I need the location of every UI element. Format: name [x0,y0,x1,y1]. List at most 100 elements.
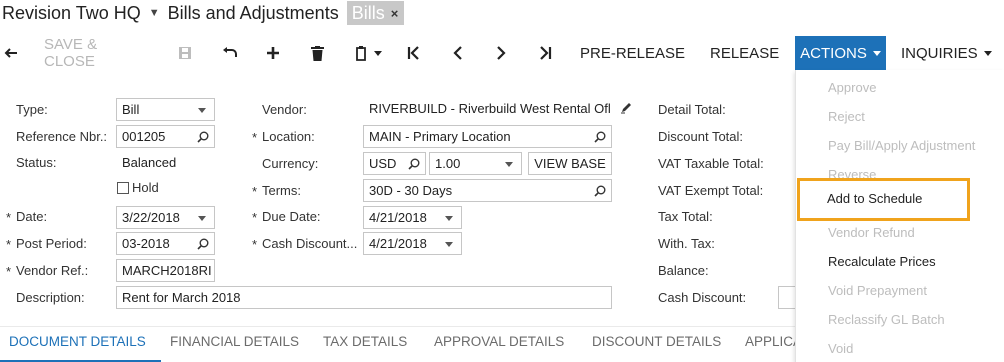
pre-release-button[interactable]: PRE-RELEASE [580,36,686,70]
inquiries-label: INQUIRIES [901,44,978,62]
required-marker: * [6,237,12,252]
menu-item-vendor-refund: Vendor Refund [828,225,915,240]
tab-tax-details[interactable]: TAX DETAILS [323,327,407,362]
balance-label: Balance: [658,263,709,278]
terms-field[interactable]: 30D - 30 Days [363,179,612,202]
date-value: 3/22/2018 [122,210,180,225]
menu-item-reject: Reject [828,109,865,124]
actions-caret-icon [872,50,881,56]
cash-discount-date-label: Cash Discount... [262,236,358,251]
last-record-icon[interactable] [534,36,556,70]
actions-label: ACTIONS [800,44,867,62]
company-caret-icon[interactable]: ▼ [149,7,160,19]
toolbar: SAVE & CLOSE PRE-RELEASE RELEASE ACTIONS… [0,36,1004,70]
status-label: Status: [16,155,57,170]
post-period-value: 03-2018 [122,236,170,251]
save-icon[interactable] [172,36,198,70]
chevron-down-icon[interactable] [198,216,206,221]
delete-icon[interactable] [306,36,328,70]
close-tab-icon[interactable]: × [391,6,399,21]
required-marker: * [252,237,258,252]
search-icon[interactable] [408,153,420,174]
next-record-icon[interactable] [490,36,512,70]
location-label: Location: [262,129,315,144]
vendor-label: Vendor: [262,102,307,117]
currency-label: Currency: [262,156,319,171]
reference-nbr-field[interactable]: 001205 [116,125,215,148]
tab-applications[interactable]: APPLICA [745,327,802,362]
back-arrow-icon[interactable] [0,36,22,70]
due-date-field[interactable]: 4/21/2018 [363,206,462,229]
tax-total-label: Tax Total: [658,209,713,224]
open-tab-bills[interactable]: Bills × [346,1,405,25]
required-marker: * [252,130,258,145]
search-icon[interactable] [594,180,606,201]
undo-icon[interactable] [218,36,242,70]
required-marker: * [252,210,258,225]
tab-document-details[interactable]: DOCUMENT DETAILS [0,327,161,362]
search-icon[interactable] [594,126,606,147]
tab-discount-details[interactable]: DISCOUNT DETAILS [592,327,721,362]
previous-record-icon[interactable] [446,36,468,70]
search-icon[interactable] [197,126,209,147]
description-field[interactable]: Rent for March 2018 [116,286,612,309]
copy-paste-caret-icon [373,50,382,56]
due-date-label: Due Date: [262,209,321,224]
screen-title: Bills and Adjustments [167,2,339,23]
tab-financial-details[interactable]: FINANCIAL DETAILS [170,327,299,362]
with-tax-label: With. Tax: [658,236,715,251]
cash-discount-date-field[interactable]: 4/21/2018 [363,232,462,255]
currency-field[interactable]: USD [363,152,426,175]
tab-approval-details[interactable]: APPROVAL DETAILS [434,327,564,362]
copy-paste-icon[interactable] [350,36,386,70]
hold-label: Hold [132,180,159,195]
description-label: Description: [16,290,85,305]
chevron-down-icon[interactable] [445,216,453,221]
terms-label: Terms: [262,183,301,198]
due-date-value: 4/21/2018 [369,210,427,225]
chevron-down-icon[interactable] [445,242,453,247]
vendor-ref-label: Vendor Ref.: [16,263,89,278]
location-field[interactable]: MAIN - Primary Location [363,125,612,148]
detail-total-label: Detail Total: [658,102,726,117]
release-button[interactable]: RELEASE [710,36,780,70]
highlighted-menu-item[interactable]: Add to Schedule [797,178,970,221]
company-name[interactable]: Revision Two HQ [2,3,141,24]
menu-item-void: Void [828,341,854,356]
location-value: MAIN - Primary Location [369,129,511,144]
inquiries-button[interactable]: INQUIRIES [901,36,992,70]
menu-item-add-to-schedule[interactable]: Add to Schedule [827,191,922,206]
discount-total-label: Discount Total: [658,129,744,144]
menu-item-recalculate-prices[interactable]: Recalculate Prices [828,251,936,273]
cash-discount-date-value: 4/21/2018 [369,236,427,251]
date-field[interactable]: 3/22/2018 [116,206,215,229]
post-period-field[interactable]: 03-2018 [116,232,215,255]
chevron-down-icon [198,108,206,113]
search-icon[interactable] [197,233,209,254]
type-select[interactable]: Bill [116,98,215,121]
type-value: Bill [122,102,140,117]
hold-checkbox-box[interactable] [117,181,129,194]
post-period-label: Post Period: [16,236,87,251]
menu-item-reclassify-gl-batch: Reclassify GL Batch [828,312,945,327]
vendor-ref-field[interactable]: MARCH2018RI [116,259,215,282]
menu-item-pay-bill: Pay Bill/Apply Adjustment [828,138,976,153]
vendor-value[interactable]: RIVERBUILD - Riverbuild West Rental Ofl [369,98,637,120]
title-bar: Revision Two HQ ▼ Bills and Adjustments … [0,0,405,26]
save-close-button[interactable]: SAVE & CLOSE [44,36,150,70]
open-tab-label: Bills [351,2,385,23]
first-record-icon[interactable] [402,36,424,70]
type-label: Type: [16,102,48,117]
rate-field[interactable]: 1.00 [429,152,522,175]
view-base-button[interactable]: VIEW BASE [528,152,612,175]
actions-button[interactable]: ACTIONS [795,36,886,70]
menu-item-approve: Approve [828,80,877,95]
date-label: Date: [16,209,48,224]
chevron-down-icon[interactable] [505,162,513,167]
terms-value: 30D - 30 Days [369,183,453,198]
add-icon[interactable] [262,36,284,70]
currency-value: USD [369,156,397,171]
hold-checkbox[interactable]: Hold [117,180,159,195]
reference-nbr-label: Reference Nbr.: [16,129,108,144]
pencil-icon[interactable] [620,101,633,119]
